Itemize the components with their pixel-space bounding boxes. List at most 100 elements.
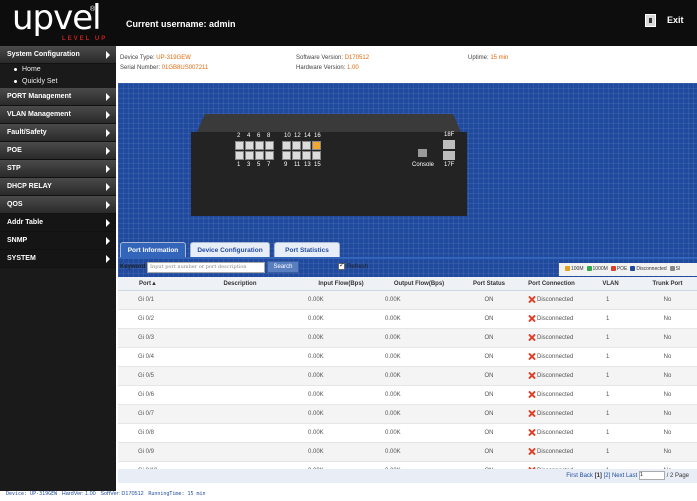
ethernet-port-icon[interactable] [265, 141, 274, 150]
ethernet-port-icon[interactable] [292, 151, 301, 160]
column-header: Trunk Port [652, 281, 683, 287]
sidebar-item-dhcp-relay[interactable]: DHCP RELAY [0, 178, 116, 196]
sidebar-item-fault-safety[interactable]: Fault/Safety [0, 124, 116, 142]
column-header[interactable]: Port▲ [118, 277, 178, 290]
console-port-icon[interactable] [418, 149, 427, 157]
table-cell: 0.00K [385, 373, 401, 379]
port-label: 7 [267, 162, 271, 168]
table-cell: 0.00K [308, 297, 324, 303]
table-cell: 0.00K [385, 430, 401, 436]
table-cell: No [663, 392, 672, 398]
ethernet-port-icon[interactable] [312, 141, 321, 150]
ethernet-port-icon[interactable] [235, 141, 244, 150]
ethernet-port-icon[interactable] [292, 141, 301, 150]
disconnected-icon [528, 315, 535, 322]
table-row[interactable]: Gi 0/3 0.00K 0.00K ON Disconnected 1 No [118, 329, 697, 348]
ethernet-port-icon[interactable] [255, 151, 264, 160]
page-2-link[interactable]: [2] [604, 473, 611, 479]
sidebar-item-system[interactable]: SYSTEM [0, 250, 116, 268]
table-cell: ON [484, 373, 494, 379]
ethernet-port-icon[interactable] [282, 141, 291, 150]
table-cell: 0.00K [385, 335, 401, 341]
port-label: 8 [267, 133, 271, 139]
table-row[interactable]: Gi 0/5 0.00K 0.00K ON Disconnected 1 No [118, 367, 697, 386]
upvel-logo: upvel ® LEVEL UP [12, 0, 108, 42]
exit-door-icon[interactable] [645, 14, 656, 27]
exit-link[interactable]: Exit [667, 15, 684, 25]
sfp-bottom-label: 17F [444, 162, 455, 168]
table-cell [178, 291, 302, 309]
chevron-right-icon [106, 201, 110, 209]
port-label: 12 [294, 133, 301, 139]
sidebar-item-port-management[interactable]: PORT Management [0, 88, 116, 106]
ethernet-port-icon[interactable] [312, 151, 321, 160]
ethernet-port-icon[interactable] [245, 151, 254, 160]
chevron-right-icon [106, 111, 110, 119]
table-row[interactable]: Gi 0/4 0.00K 0.00K ON Disconnected 1 No [118, 348, 697, 367]
table-header: Port▲ Description Input Flow(Bps) Output Fl… [118, 277, 697, 291]
table-cell: No [663, 411, 672, 417]
page-number-input[interactable] [638, 470, 665, 480]
status-footer: Device: UP-319GEW HardVer: 1.00 SoftVer:… [6, 491, 206, 497]
ethernet-port-icon[interactable] [265, 151, 274, 160]
table-row[interactable]: Gi 0/9 0.00K 0.00K ON Disconnected 1 No [118, 443, 697, 462]
sfp-port-icon[interactable] [443, 140, 455, 149]
column-header: Input Flow(Bps) [318, 281, 364, 287]
table-row[interactable]: Gi 0/6 0.00K 0.00K ON Disconnected 1 No [118, 386, 697, 405]
tab-port-statistics[interactable]: Port Statistics [274, 242, 340, 257]
chevron-right-icon [106, 51, 110, 59]
page-total: / 2 Page [666, 473, 689, 479]
software-version-info: Software Version: D170512 [296, 55, 370, 61]
sidebar-subitem-quickly-set[interactable]: Quickly Set [0, 76, 116, 88]
sidebar-item-vlan-management[interactable]: VLAN Management [0, 106, 116, 124]
table-cell: 1 [606, 449, 610, 455]
checkbox-icon[interactable] [338, 261, 345, 270]
sidebar-item-poe[interactable]: POE [0, 142, 116, 160]
sidebar-item-addr-table[interactable]: Addr Table [0, 214, 116, 232]
refresh-checkbox[interactable]: Refresh [338, 261, 368, 270]
ethernet-port-icon[interactable] [282, 151, 291, 160]
table-cell: Disconnected [520, 424, 583, 442]
table-cell: Gi 0/8 [138, 430, 155, 436]
next-page-link[interactable]: Next [612, 473, 624, 479]
ethernet-port-icon[interactable] [255, 141, 264, 150]
ethernet-port-icon[interactable] [245, 141, 254, 150]
ethernet-port-icon[interactable] [235, 151, 244, 160]
search-button[interactable]: Search [267, 261, 299, 273]
sidebar-item-stp[interactable]: STP [0, 160, 116, 178]
sidebar-item-system-configuration[interactable]: System Configuration [0, 46, 116, 64]
sfp-port-icon[interactable] [443, 151, 455, 160]
pagination: First Back [1] [2] Next Last / 2 Page [118, 469, 697, 483]
legend-swatch-icon [586, 266, 592, 272]
table-row[interactable]: Gi 0/7 0.00K 0.00K ON Disconnected 1 No [118, 405, 697, 424]
sidebar-item-snmp[interactable]: SNMP [0, 232, 116, 250]
last-page-link[interactable]: Last [626, 473, 637, 479]
serial-number-info: Serial Number: 01GB8US007211 [120, 65, 209, 71]
table-cell: ON [484, 430, 494, 436]
tab-port-information[interactable]: Port Information [120, 242, 186, 257]
disconnected-icon [528, 296, 535, 303]
sidebar-subitem-home[interactable]: Home [0, 64, 116, 76]
table-cell [178, 329, 302, 347]
disconnected-icon [528, 429, 535, 436]
table-cell [178, 443, 302, 461]
port-label: 10 [284, 133, 291, 139]
tab-device-configuration[interactable]: Device Configuration [190, 242, 270, 257]
ethernet-port-icon[interactable] [302, 151, 311, 160]
keyword-input[interactable]: Input port number or port description [147, 262, 265, 273]
port-label: 14 [304, 133, 311, 139]
table-row[interactable]: Gi 0/2 0.00K 0.00K ON Disconnected 1 No [118, 310, 697, 329]
table-cell: 0.00K [308, 411, 324, 417]
legend-swatch-icon [565, 266, 570, 272]
first-page-link[interactable]: First [566, 473, 578, 479]
port-label: 6 [257, 133, 261, 139]
table-cell: 1 [606, 335, 610, 341]
table-row[interactable]: Gi 0/1 0.00K 0.00K ON Disconnected 1 No [118, 291, 697, 310]
table-cell: Gi 0/9 [138, 449, 155, 455]
column-header: Description [223, 281, 257, 287]
port-label: 1 [237, 162, 241, 168]
sidebar-item-qos[interactable]: QOS [0, 196, 116, 214]
back-page-link[interactable]: Back [580, 473, 593, 479]
table-row[interactable]: Gi 0/8 0.00K 0.00K ON Disconnected 1 No [118, 424, 697, 443]
ethernet-port-icon[interactable] [302, 141, 311, 150]
